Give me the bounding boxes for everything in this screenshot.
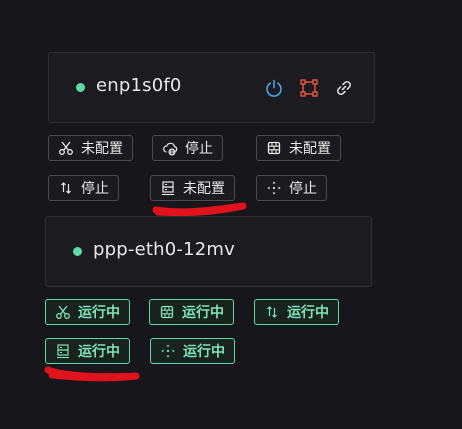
red-underline-annotation — [44, 366, 140, 382]
status-dot — [73, 247, 82, 256]
scissors-icon — [55, 304, 71, 320]
interface-card-ppp-eth0-12mv: ppp-eth0-12mv — [45, 216, 372, 287]
status-dot — [76, 83, 85, 92]
interface-actions — [263, 77, 355, 99]
scissors-icon — [58, 140, 74, 156]
move-arrows-icon — [266, 180, 282, 196]
tag-label: 运行中 — [78, 305, 120, 321]
tag-label: 停止 — [289, 181, 317, 197]
move-arrows-icon — [160, 343, 176, 359]
up-down-arrows-icon — [264, 304, 280, 320]
node-graph-icon[interactable] — [298, 77, 320, 99]
power-icon[interactable] — [263, 77, 285, 99]
server-icon — [55, 343, 71, 359]
interface-name: enp1s0f0 — [96, 75, 182, 96]
tag-label: 停止 — [185, 141, 213, 157]
interface-name: ppp-eth0-12mv — [93, 239, 235, 260]
tag-server-status[interactable]: 运行中 — [45, 338, 130, 364]
tag-move-status[interactable]: 停止 — [256, 175, 327, 201]
firewall-icon — [266, 140, 282, 156]
tag-label: 未配置 — [183, 181, 225, 197]
cloud-globe-icon — [162, 140, 178, 156]
tag-firewall-status[interactable]: 未配置 — [256, 135, 341, 161]
tag-server-status[interactable]: 未配置 — [150, 175, 235, 201]
tag-move-status[interactable]: 运行中 — [150, 338, 235, 364]
interface-card-enp1s0f0: enp1s0f0 — [48, 52, 375, 123]
tag-label: 运行中 — [182, 305, 224, 321]
tag-label: 运行中 — [183, 344, 225, 360]
tag-label: 运行中 — [78, 344, 120, 360]
tag-label: 停止 — [81, 181, 109, 197]
tag-label: 未配置 — [81, 141, 123, 157]
up-down-arrows-icon — [58, 180, 74, 196]
tag-scissors-status[interactable]: 运行中 — [45, 299, 130, 325]
tag-scissors-status[interactable]: 未配置 — [48, 135, 133, 161]
tag-updown-status[interactable]: 运行中 — [254, 299, 339, 325]
tag-updown-status[interactable]: 停止 — [48, 175, 119, 201]
firewall-icon — [159, 304, 175, 320]
link-icon[interactable] — [333, 77, 355, 99]
tag-label: 运行中 — [287, 305, 329, 321]
server-icon — [160, 180, 176, 196]
tag-firewall-status[interactable]: 运行中 — [149, 299, 234, 325]
tag-label: 未配置 — [289, 141, 331, 157]
tag-cloud-status[interactable]: 停止 — [152, 135, 223, 161]
